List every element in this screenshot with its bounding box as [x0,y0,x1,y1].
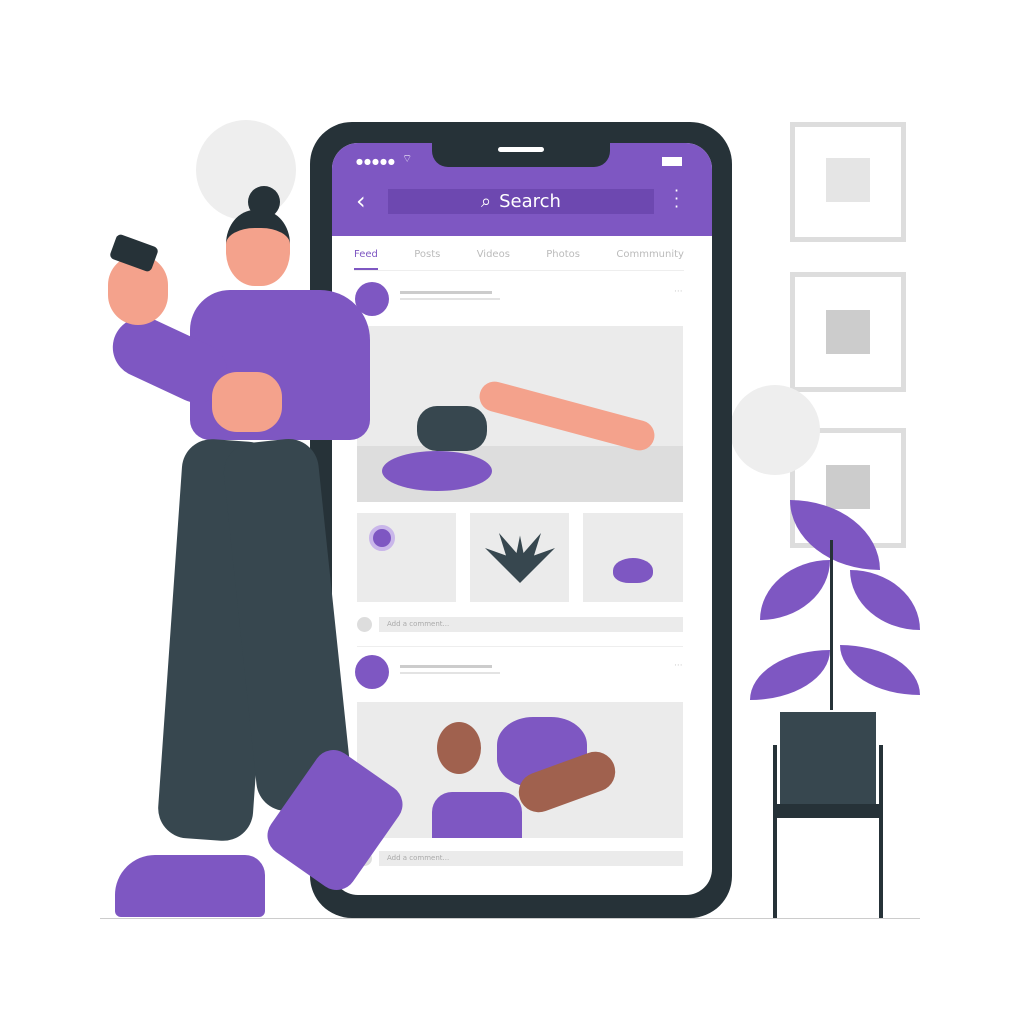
tab-bar: Feed Posts Videos Photos Commmunity [354,249,684,271]
back-chevron-icon[interactable]: ‹ [356,187,366,215]
post-meta-placeholder [400,298,500,300]
tab-posts[interactable]: Posts [414,249,440,270]
post-menu-icon[interactable]: ··· [674,287,683,297]
search-bar[interactable]: ⌕ Search [388,189,654,214]
post-photo-boy-dog[interactable] [357,702,683,838]
post-meta-placeholder [400,672,500,674]
signal-dots-icon: ●●●●● [356,157,396,166]
post-photo-beach[interactable] [357,326,683,502]
crab [613,558,653,583]
notch [432,143,610,167]
comment-input[interactable]: Add a comment... [379,617,683,632]
user-bubble-decoration [730,385,820,475]
palm-leaves [485,533,555,583]
leaf [840,645,920,695]
comment-input[interactable]: Add a comment... [379,851,683,866]
tab-community[interactable]: Commmunity [616,249,684,270]
woman-head [226,210,290,286]
thumbnail-palm[interactable] [470,513,569,602]
shoe-left [115,855,265,917]
post-name-placeholder [400,291,492,294]
more-vertical-icon[interactable]: · · · [674,183,679,215]
leaf [790,500,880,570]
search-label: Search [499,191,561,212]
boy-shirt [432,792,522,838]
ground-line [100,918,920,919]
leaf [850,570,920,630]
stem [830,540,833,710]
post-menu-icon[interactable]: ··· [674,661,683,671]
thumbnail-crab[interactable] [583,513,683,602]
frame-inner [826,158,870,202]
float-ring [382,451,492,491]
woman-fist [212,372,282,432]
leaf [760,560,830,620]
tab-feed[interactable]: Feed [354,249,378,270]
heart-bubble-decoration [196,120,296,220]
phone-screen: ●●●●● ⌔ ‹ ⌕ Search · · · Feed Posts Videos… [332,143,712,895]
boy-head [437,722,481,774]
woman-body [417,406,487,451]
plant-stand-shelf [773,804,883,818]
commenter-avatar [357,617,372,632]
post-divider [357,646,683,647]
wifi-icon: ⌔ [402,152,413,165]
plant-leaves [750,500,920,710]
search-icon: ⌕ [481,191,492,212]
thumbnail-sun-clouds[interactable] [357,513,456,602]
sun [369,525,395,551]
tab-videos[interactable]: Videos [477,249,510,270]
battery-icon [662,157,682,166]
post-name-placeholder [400,665,492,668]
woman-legs [476,378,658,454]
frame-inner [826,310,870,354]
avatar[interactable] [355,655,389,689]
leaf [750,650,830,700]
tab-photos[interactable]: Photos [546,249,580,270]
plant-stand [773,745,883,918]
app-header: ●●●●● ⌔ ‹ ⌕ Search · · · [332,143,712,236]
speaker [498,147,544,152]
